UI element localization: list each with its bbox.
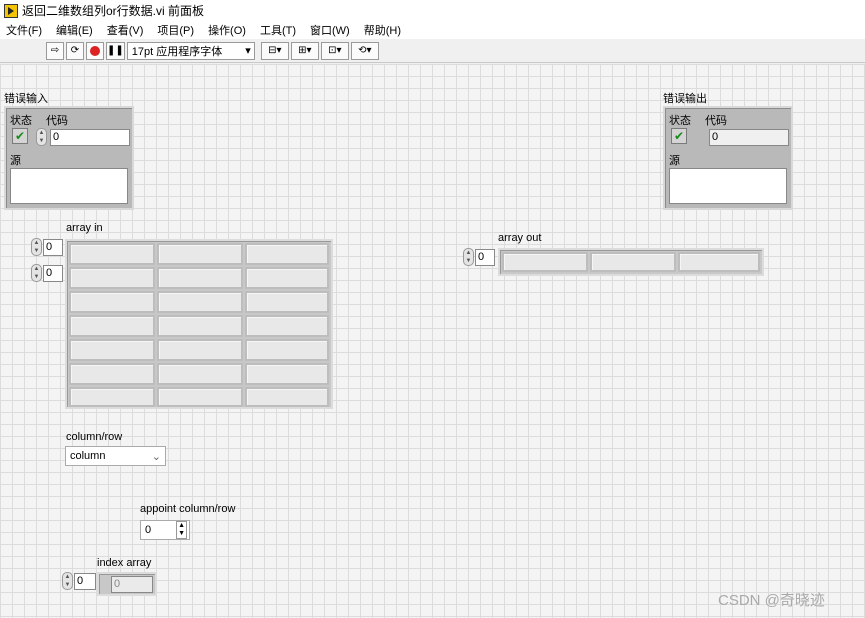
error-in-source-field[interactable] [10, 168, 128, 204]
array-in-col-index[interactable]: 0 [43, 265, 63, 282]
chevron-down-icon: ▾ [245, 45, 251, 57]
error-out-source-field [669, 168, 787, 204]
array-in-cell[interactable] [69, 363, 155, 385]
array-out-index[interactable]: 0 [475, 249, 495, 266]
array-out-label: array out [498, 232, 542, 244]
error-in-cluster: 状态 代码 ✔ ▲ ▼ 0 源 [4, 106, 134, 210]
array-out-grid [498, 248, 764, 276]
index-array-index[interactable]: 0 [74, 573, 96, 590]
error-out-source-label: 源 [669, 155, 680, 167]
reorder-icon[interactable]: ⟲▾ [350, 41, 379, 60]
appoint-numeric[interactable]: 0 ▲ ▼ [140, 520, 190, 540]
array-in-cell[interactable] [69, 339, 155, 361]
array-in-cell[interactable] [245, 243, 329, 265]
array-in-cell[interactable] [157, 291, 243, 313]
window-title: 返回二维数组列or行数据.vi 前面板 [22, 4, 205, 18]
array-in-cell[interactable] [69, 243, 155, 265]
align-objects-icon[interactable]: ⊟▾ [260, 41, 289, 60]
watermark-text: CSDN @奇晓迹 [718, 592, 825, 609]
array-out-index-spinner[interactable]: ▲ ▼ [463, 248, 474, 266]
array-in-cell[interactable] [245, 267, 329, 289]
labview-vi-icon [4, 3, 18, 18]
menu-bar: 文件(F) 编辑(E) 查看(V) 项目(P) 操作(O) 工具(T) 窗口(W… [0, 21, 865, 39]
error-in-status-checkmark-icon[interactable]: ✔ [12, 128, 28, 144]
array-in-cell[interactable] [69, 387, 155, 407]
error-in-status-label: 状态 [10, 115, 32, 127]
array-in-row-spinner[interactable]: ▲ ▼ [31, 238, 42, 256]
menu-operate[interactable]: 操作(O) [208, 22, 246, 38]
array-in-cell[interactable] [157, 267, 243, 289]
menu-tools[interactable]: 工具(T) [260, 22, 296, 38]
error-in-code-label: 代码 [46, 115, 68, 127]
array-in-col-spinner[interactable]: ▲ ▼ [31, 264, 42, 282]
array-in-cell[interactable] [69, 291, 155, 313]
menu-view[interactable]: 查看(V) [107, 22, 144, 38]
array-in-cell[interactable] [245, 291, 329, 313]
front-panel-canvas: 错误输入 状态 代码 ✔ ▲ ▼ 0 源 错误输出 状态 代码 ✔ 0 源 arr… [0, 64, 865, 618]
array-in-row-index[interactable]: 0 [43, 239, 63, 256]
toolbar: ⇨ ⟳ ❚❚ 17pt 应用程序字体 ▾ ⊟▾ ⊞▾ ⊡▾ ⟲▾ [0, 39, 865, 63]
array-in-cell[interactable] [157, 363, 243, 385]
error-in-source-label: 源 [10, 155, 21, 167]
error-out-code-field: 0 [709, 129, 789, 146]
array-in-label: array in [66, 222, 103, 234]
array-in-cell[interactable] [157, 339, 243, 361]
error-in-code-spinner[interactable]: ▲ ▼ [36, 128, 47, 146]
error-out-status-checkmark-icon: ✔ [671, 128, 687, 144]
font-select-value: 17pt 应用程序字体 [131, 45, 223, 58]
appoint-label: appoint column/row [140, 503, 236, 515]
font-select[interactable]: 17pt 应用程序字体 ▾ [126, 41, 255, 60]
menu-project[interactable]: 项目(P) [157, 22, 194, 38]
appoint-value: 0 [145, 524, 152, 536]
error-in-title: 错误输入 [4, 93, 48, 105]
window-titlebar: 返回二维数组列or行数据.vi 前面板 [0, 0, 865, 21]
menu-edit[interactable]: 编辑(E) [56, 22, 93, 38]
index-array-label: index array [97, 557, 152, 569]
index-array-element: 0 [111, 576, 153, 593]
column-row-select[interactable]: column ⌄ [65, 446, 166, 466]
array-in-cell[interactable] [69, 267, 155, 289]
menu-file[interactable]: 文件(F) [6, 22, 42, 38]
array-in-cell[interactable] [245, 339, 329, 361]
pause-icon[interactable]: ❚❚ [106, 41, 125, 60]
run-continuously-icon[interactable]: ⟳ [66, 41, 84, 60]
column-row-value: column [70, 450, 106, 462]
array-in-cell[interactable] [245, 315, 329, 337]
chevron-down-icon: ⌄ [151, 450, 161, 463]
array-in-cell[interactable] [157, 387, 243, 407]
index-array-grid: 0 [97, 572, 157, 596]
stepper-icon[interactable]: ▲ ▼ [176, 521, 187, 539]
run-arrow-icon[interactable]: ⇨ [46, 41, 64, 60]
menu-help[interactable]: 帮助(H) [364, 22, 401, 38]
error-out-code-label: 代码 [705, 115, 727, 127]
array-in-cell[interactable] [245, 363, 329, 385]
menu-window[interactable]: 窗口(W) [310, 22, 350, 38]
error-out-cluster: 状态 代码 ✔ 0 源 [663, 106, 793, 210]
abort-icon[interactable] [86, 41, 104, 60]
error-in-code-field[interactable]: 0 [50, 129, 130, 146]
array-in-cell[interactable] [69, 315, 155, 337]
resize-objects-icon[interactable]: ⊡▾ [320, 41, 349, 60]
error-out-title: 错误输出 [663, 93, 707, 105]
array-in-cell[interactable] [157, 315, 243, 337]
column-row-label: column/row [66, 431, 123, 443]
index-array-index-spinner[interactable]: ▲ ▼ [62, 572, 73, 590]
error-out-status-label: 状态 [669, 115, 691, 127]
array-in-grid [65, 239, 333, 409]
array-out-cell [678, 252, 760, 272]
array-in-cell[interactable] [245, 387, 329, 407]
array-out-cell [502, 252, 588, 272]
distribute-objects-icon[interactable]: ⊞▾ [290, 41, 319, 60]
array-out-cell [590, 252, 676, 272]
array-in-cell[interactable] [157, 243, 243, 265]
